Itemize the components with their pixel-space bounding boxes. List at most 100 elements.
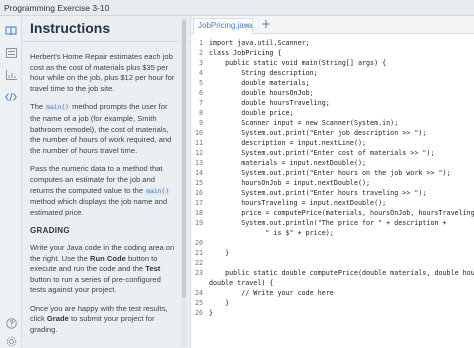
line-number: 22 [194, 259, 203, 267]
code-text[interactable]: } [209, 298, 229, 308]
code-line[interactable]: 16 System.out.print("Enter hours traveli… [191, 188, 474, 198]
run-code-label: Run Code [89, 253, 126, 263]
code-text[interactable]: double hoursTraveling; [209, 98, 330, 108]
code-editor: JobPricing.java × + 1 import java.util.Sc… [190, 16, 474, 348]
add-tab-button[interactable]: + [261, 17, 271, 31]
code-line[interactable]: 17 hoursTraveling = input.nextDouble(); [191, 198, 474, 208]
code-line[interactable]: 14 System.out.print("Enter hours on the … [191, 168, 474, 178]
line-number: 26 [194, 309, 203, 317]
code-text[interactable]: " is $" + price); [209, 228, 333, 238]
instructions-paragraph: Write your Java code in the coding area … [30, 243, 178, 296]
window-title: Programming Exercise 3-10 [4, 3, 110, 13]
instructions-paragraph: Once you are happy with the test results… [30, 304, 178, 336]
help-icon[interactable] [4, 316, 18, 330]
test-label: Test [145, 264, 161, 274]
code-line[interactable]: 2 class JobPricing { [191, 48, 474, 58]
line-number: 19 [194, 219, 203, 227]
code-icon[interactable] [4, 90, 18, 104]
book-icon[interactable] [4, 24, 18, 38]
code-text[interactable]: hoursTraveling = input.nextDouble(); [209, 198, 386, 208]
code-line[interactable]: 8 double price; [191, 108, 474, 118]
code-line[interactable]: 9 Scanner input = new Scanner(System.in)… [191, 118, 474, 128]
code-text[interactable]: public static void main(String[] args) { [209, 58, 386, 68]
instructions-panel: Instructions Herbert's Home Repair estim… [22, 16, 190, 348]
line-number: 12 [194, 149, 203, 157]
code-text[interactable]: import java.util.Scanner; [209, 38, 310, 48]
code-line[interactable]: 19 System.out.println("The price for " +… [191, 218, 474, 228]
line-number: 25 [194, 299, 203, 307]
line-number: 15 [194, 179, 203, 187]
code-line[interactable]: double travel) { [191, 278, 474, 288]
code-text[interactable]: } [209, 248, 229, 258]
code-line[interactable]: 7 double hoursTraveling; [191, 98, 474, 108]
line-number: 10 [194, 129, 203, 137]
code-line[interactable]: " is $" + price); [191, 228, 474, 238]
code-area[interactable]: 1 import java.util.Scanner; 2 class JobPric… [191, 37, 474, 348]
code-text[interactable]: String description; [209, 68, 318, 78]
line-number: 4 [198, 69, 203, 77]
code-line[interactable]: 5 double materials; [191, 78, 474, 88]
code-line[interactable]: 18 price = computePrice(materials, hours… [191, 208, 474, 218]
line-number: 24 [194, 289, 203, 297]
code-text[interactable]: double travel) { [209, 278, 273, 288]
line-number: 8 [198, 109, 203, 117]
code-line[interactable]: 13 materials = input.nextDouble(); [191, 158, 474, 168]
code-line[interactable]: 1 import java.util.Scanner; [191, 38, 474, 48]
line-number: 2 [198, 49, 203, 57]
code-text[interactable]: materials = input.nextDouble(); [209, 158, 366, 168]
chart-icon[interactable] [4, 68, 18, 82]
instructions-header: Instructions [22, 16, 190, 42]
code-line[interactable]: 11 description = input.nextLine(); [191, 138, 474, 148]
code-text[interactable]: // Write your code here [209, 288, 334, 298]
code-line[interactable]: 12 System.out.print("Enter cost of mater… [191, 148, 474, 158]
code-text[interactable]: System.out.print("Enter job description … [209, 128, 426, 138]
code-text[interactable]: description = input.nextLine(); [209, 138, 366, 148]
code-text[interactable]: public static double computePrice(double… [209, 268, 474, 278]
code-text[interactable]: hoursOnJob = input.nextDouble(); [209, 178, 370, 188]
line-number: 11 [194, 139, 203, 147]
code-line[interactable]: 10 System.out.print("Enter job descripti… [191, 128, 474, 138]
code-text[interactable]: double price; [209, 108, 293, 118]
line-number: 9 [198, 119, 203, 127]
code-line[interactable]: 22 [191, 258, 474, 268]
line-number: 16 [194, 189, 203, 197]
grade-label: Grade [46, 314, 69, 324]
window-title-bar: Programming Exercise 3-10 [0, 0, 474, 16]
code-line[interactable]: 23 public static double computePrice(dou… [191, 268, 474, 278]
instructions-paragraph: Pass the numeric data to a method that c… [30, 164, 178, 218]
line-number: 7 [198, 99, 203, 107]
code-text[interactable]: } [209, 308, 213, 318]
code-text[interactable]: System.out.print("Enter hours traveling … [209, 188, 426, 198]
code-line[interactable]: 15 hoursOnJob = input.nextDouble(); [191, 178, 474, 188]
line-number: 13 [194, 159, 203, 167]
tab-jobpricing[interactable]: JobPricing.java × [193, 18, 253, 34]
code-line[interactable]: 21 } [191, 248, 474, 258]
code-text[interactable]: System.out.println("The price for " + de… [209, 218, 446, 228]
close-icon[interactable]: × [244, 19, 250, 33]
line-number: 17 [194, 199, 203, 207]
code-text[interactable]: System.out.print("Enter hours on the job… [209, 168, 450, 178]
list-icon[interactable] [4, 46, 18, 60]
code-text[interactable]: System.out.print("Enter cost of material… [209, 148, 434, 158]
text: button to run a series of pre-configured… [30, 274, 161, 295]
instructions-title: Instructions [30, 20, 111, 36]
code-text[interactable]: double materials; [209, 78, 309, 88]
settings-icon[interactable] [4, 334, 18, 348]
line-number: 14 [194, 169, 203, 177]
code-line[interactable]: 20 [191, 238, 474, 248]
code-text[interactable]: Scanner input = new Scanner(System.in); [209, 118, 398, 128]
code-line[interactable]: 24 // Write your code here [191, 288, 474, 298]
code-text[interactable]: class JobPricing { [209, 48, 281, 58]
code-line[interactable]: 3 public static void main(String[] args)… [191, 58, 474, 68]
code-text[interactable]: price = computePrice(materials, hoursOnJ… [209, 208, 474, 218]
code-line[interactable]: 6 double hoursOnJob; [191, 88, 474, 98]
code-text[interactable]: double hoursOnJob; [209, 88, 313, 98]
code-snippet: main() [145, 187, 171, 195]
code-line[interactable]: 25 } [191, 298, 474, 308]
instructions-scrollbar-thumb[interactable] [182, 20, 186, 298]
grading-heading: GRADING [30, 226, 70, 236]
instructions-paragraph: Herbert's Home Repair estimates each job… [30, 52, 175, 93]
code-line[interactable]: 4 String description; [191, 68, 474, 78]
text: Pass the numeric data to a method that c… [30, 164, 163, 195]
code-line[interactable]: 26} [191, 308, 474, 318]
